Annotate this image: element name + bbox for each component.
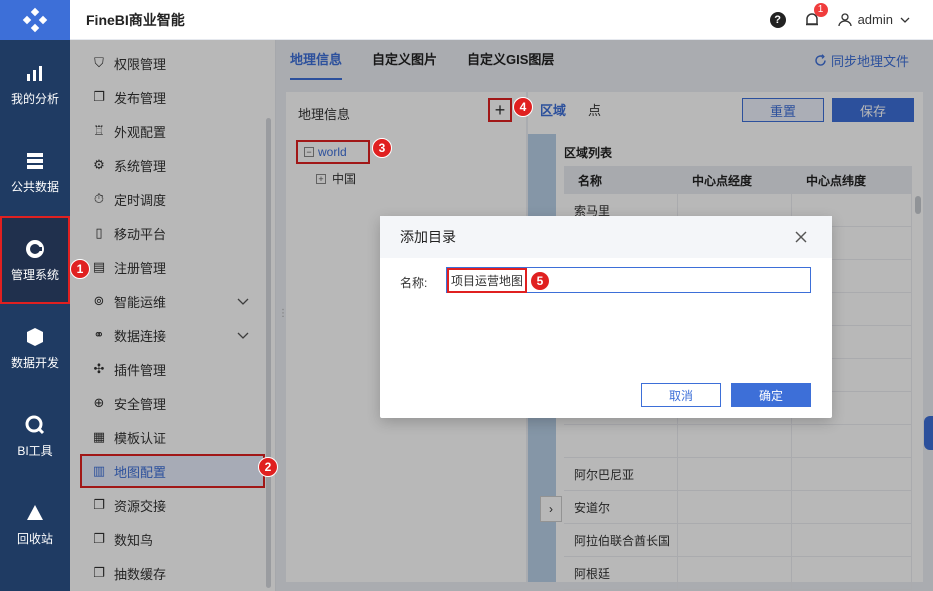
rail-item-data-dev[interactable]: 数据开发 xyxy=(0,304,70,392)
question-circle-icon[interactable]: ? xyxy=(769,11,786,28)
name-input[interactable]: 项目运营地图 xyxy=(446,267,811,293)
step-marker-3: 3 xyxy=(372,138,392,158)
rail-label: 数据开发 xyxy=(10,355,59,370)
notification-badge: 1 xyxy=(813,2,828,17)
rail-item-public-data[interactable]: 公共数据 xyxy=(0,128,70,216)
recycle-icon xyxy=(27,504,43,520)
bi-tool-icon xyxy=(25,415,45,434)
name-label: 名称: xyxy=(400,276,428,290)
cube-icon xyxy=(27,327,43,346)
user-name: admin xyxy=(857,12,893,27)
rail-item-bi-tool[interactable]: BI工具 xyxy=(0,392,70,480)
step-marker-2: 2 xyxy=(258,457,278,477)
rail-item-recycle[interactable]: 回收站 xyxy=(0,480,70,568)
user-menu[interactable]: admin xyxy=(837,12,911,27)
database-icon xyxy=(27,152,43,169)
confirm-button[interactable]: 确定 xyxy=(731,383,811,407)
step-marker-5: 5 xyxy=(530,271,550,291)
close-icon[interactable] xyxy=(794,230,808,244)
rail-label: BI工具 xyxy=(17,443,53,458)
rail-label: 公共数据 xyxy=(10,179,59,194)
app-logo-icon[interactable] xyxy=(0,0,70,40)
bell-icon[interactable]: 1 xyxy=(804,2,828,28)
analysis-icon xyxy=(27,65,42,81)
cancel-button[interactable]: 取消 xyxy=(641,383,721,407)
add-directory-dialog: 添加目录 名称: 项目运营地图 取消 确定 xyxy=(380,216,832,418)
dialog-title: 添加目录 xyxy=(400,229,456,245)
chevron-down-icon xyxy=(900,17,910,23)
user-icon xyxy=(837,12,852,26)
gear-icon xyxy=(26,239,44,258)
name-input-value: 项目运营地图 xyxy=(447,267,528,293)
top-header: FineBI商业智能 ? 1 admin xyxy=(70,0,933,40)
rail-label: 我的分析 xyxy=(10,91,59,106)
dialog-header: 添加目录 xyxy=(380,216,832,258)
step-marker-4: 4 xyxy=(513,97,533,117)
left-rail: 我的分析 公共数据 管理系统 数据开发 BI工具 回收站 xyxy=(0,0,70,591)
rail-label: 回收站 xyxy=(16,531,53,546)
step-marker-1: 1 xyxy=(70,259,90,279)
rail-item-my-analysis[interactable]: 我的分析 xyxy=(0,40,70,128)
rail-item-management[interactable]: 管理系统 xyxy=(0,216,70,304)
rail-label: 管理系统 xyxy=(10,267,59,282)
app-brand: FineBI商业智能 xyxy=(86,11,185,28)
